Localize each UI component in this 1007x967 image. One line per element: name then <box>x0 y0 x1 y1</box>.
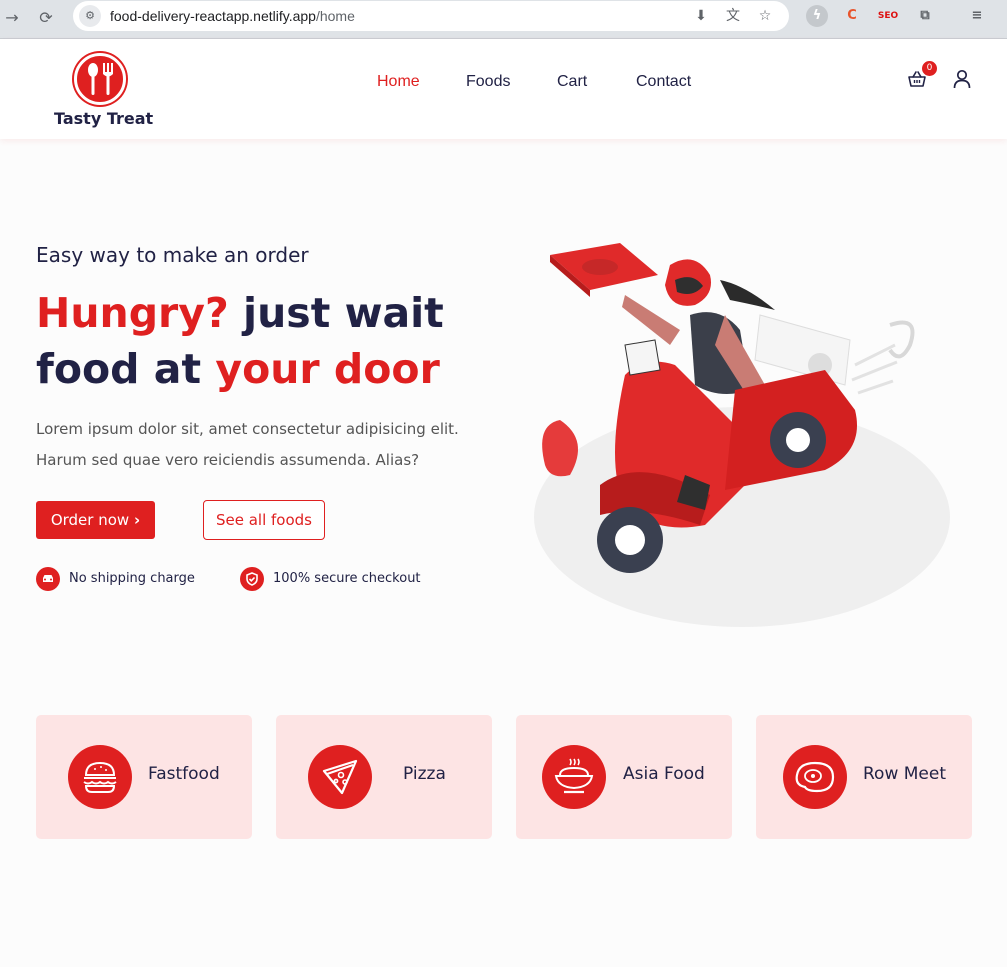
browser-toolbar: → ⟳ ⚙ food-delivery-reactapp.netlify.app… <box>0 0 1007 39</box>
chevron-right-icon: › <box>133 511 141 529</box>
pizza-slice-icon <box>308 745 372 809</box>
cart-count-badge: 0 <box>922 61 937 76</box>
see-all-foods-button[interactable]: See all foods <box>203 500 325 540</box>
logo-text: Tasty Treat <box>54 109 154 128</box>
category-label: Row Meet <box>863 764 947 784</box>
category-label: Asia Food <box>623 764 705 784</box>
extension-bolt-icon[interactable]: ϟ <box>806 5 828 27</box>
category-label: Pizza <box>403 764 446 784</box>
hero-subtitle: Easy way to make an order <box>36 243 309 267</box>
car-icon <box>36 567 60 591</box>
address-bar[interactable]: ⚙ food-delivery-reactapp.netlify.app/hom… <box>73 1 789 31</box>
category-card-pizza[interactable]: Pizza <box>276 715 492 839</box>
extension-c-icon[interactable]: C <box>841 5 863 27</box>
shield-check-icon <box>240 567 264 591</box>
nav-contact[interactable]: Contact <box>636 73 691 91</box>
hero-title: Hungry? just wait food at your door <box>36 289 444 393</box>
steak-icon <box>783 745 847 809</box>
cart-button[interactable]: 0 <box>907 61 937 91</box>
install-app-icon[interactable]: ⬇ <box>692 7 710 25</box>
category-label: Fastfood <box>148 764 220 784</box>
nav-foods[interactable]: Foods <box>466 73 510 91</box>
site-header: Tasty Treat Home Foods Cart Contact 0 <box>0 39 1007 139</box>
logo[interactable]: Tasty Treat <box>54 51 154 131</box>
spoon-fork-icon <box>74 53 126 105</box>
nav-home[interactable]: Home <box>377 73 420 91</box>
extensions-puzzle-icon[interactable]: ⧉ <box>914 5 936 27</box>
extension-seo-icon[interactable]: SEO <box>877 5 899 27</box>
category-card-row-meet[interactable]: Row Meet <box>756 715 972 839</box>
translate-icon[interactable]: 文 <box>724 7 742 25</box>
nav-cart[interactable]: Cart <box>557 73 587 91</box>
order-now-button[interactable]: Order now › <box>36 501 155 539</box>
burger-icon <box>68 745 132 809</box>
hero-description: Lorem ipsum dolor sit, amet consectetur … <box>36 420 459 469</box>
rice-bowl-icon <box>542 745 606 809</box>
back-arrow-icon[interactable]: → <box>0 6 24 30</box>
site-settings-icon[interactable]: ⚙ <box>79 5 101 27</box>
reload-icon[interactable]: ⟳ <box>34 6 58 30</box>
user-icon[interactable] <box>953 69 971 89</box>
reading-list-icon[interactable]: ≡ <box>966 5 988 27</box>
url-text: food-delivery-reactapp.netlify.app/home <box>110 8 355 24</box>
category-card-fastfood[interactable]: Fastfood <box>36 715 252 839</box>
category-card-asia-food[interactable]: Asia Food <box>516 715 732 839</box>
delivery-scooter-illustration <box>530 235 960 635</box>
bookmark-star-icon[interactable]: ☆ <box>756 7 774 25</box>
